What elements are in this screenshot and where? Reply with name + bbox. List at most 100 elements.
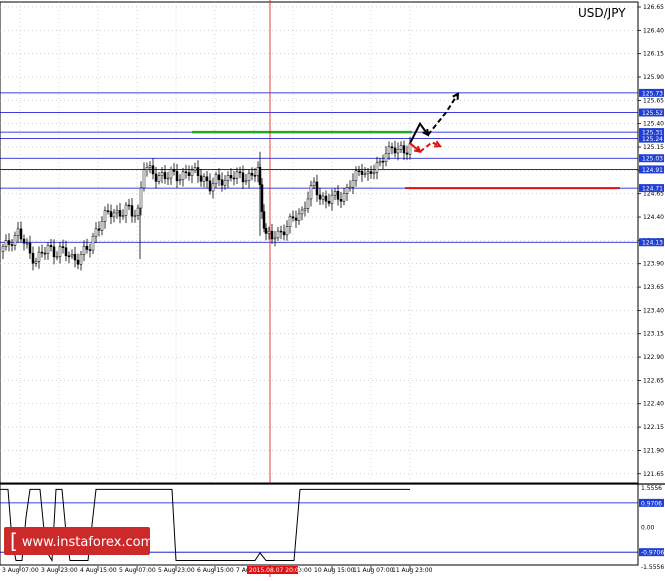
- xtick-label: 3 Aug 23:00: [41, 567, 78, 574]
- candle-body: [79, 254, 83, 265]
- candle-body: [372, 172, 376, 174]
- candle-body: [253, 175, 257, 177]
- candle-body: [260, 184, 264, 212]
- candle-body: [262, 211, 266, 229]
- candle-body: [55, 256, 59, 258]
- candle-body: [232, 177, 236, 180]
- candle-body: [100, 221, 104, 231]
- ytick-label: 123.90: [643, 261, 664, 268]
- candle-body: [256, 167, 260, 176]
- candle-body: [315, 181, 319, 196]
- candle-body: [7, 240, 11, 245]
- candle-body: [279, 230, 283, 233]
- candle-body: [229, 175, 233, 179]
- candle-body: [321, 195, 325, 200]
- candle-body: [294, 217, 298, 221]
- candle-body: [309, 185, 313, 200]
- candle-body: [396, 149, 400, 154]
- candle-body: [10, 244, 14, 246]
- xtick-label: 6 Aug 15:00: [197, 567, 234, 574]
- candle-body: [43, 252, 47, 255]
- candle-body: [378, 160, 382, 164]
- candle-body: [339, 199, 343, 202]
- chart-canvas: 3 Aug 07:00 3 Aug 23:00 4 Aug 15:00 5 Aug 0…: [0, 0, 665, 577]
- candle-body: [169, 169, 173, 179]
- ytick-label: 125.90: [643, 74, 664, 81]
- candle-body: [405, 152, 409, 155]
- candle-body: [109, 211, 113, 218]
- osc-ytick-label: -1.5556: [641, 564, 664, 571]
- candle-body: [235, 171, 239, 179]
- candle-body: [76, 259, 80, 265]
- usdjpy-chart: 3 Aug 07:00 3 Aug 23:00 4 Aug 15:00 5 Aug 0…: [0, 0, 665, 577]
- candle-body: [160, 172, 164, 176]
- candle-body: [151, 165, 155, 175]
- level-label: 124.91: [642, 167, 663, 174]
- ytick-label: 122.40: [643, 401, 664, 408]
- candle-body: [121, 215, 125, 217]
- candle-body: [345, 187, 349, 194]
- level-label: 124.71: [642, 186, 663, 193]
- candle-body: [82, 245, 86, 255]
- candle-body: [375, 162, 379, 173]
- crosshair-time-label: 2015.08.07 20:00: [249, 567, 303, 574]
- xtick-label: 10 Aug 15:00: [314, 567, 355, 574]
- candle-body: [276, 230, 280, 239]
- ytick-label: 126.15: [643, 51, 664, 58]
- candle-body: [196, 167, 200, 176]
- candle-body: [211, 183, 215, 192]
- candle-body: [264, 228, 268, 234]
- candle-body: [342, 193, 346, 202]
- candle-body: [145, 167, 149, 170]
- candle-body: [226, 175, 230, 181]
- candle-body: [70, 254, 74, 257]
- candle-body: [175, 171, 179, 182]
- candle-body: [172, 169, 176, 172]
- candle-body: [178, 179, 182, 182]
- candle-body: [381, 160, 385, 163]
- chart-title: USD/JPY: [578, 6, 626, 20]
- candle-body: [31, 252, 35, 264]
- candle-body: [142, 169, 146, 189]
- candle-body: [351, 180, 355, 188]
- candle-body: [103, 210, 107, 222]
- candle-body: [19, 228, 23, 240]
- candle-body: [154, 173, 158, 182]
- ytick-label: 123.65: [643, 284, 664, 291]
- candle-body: [37, 251, 41, 262]
- level-label: 125.03: [642, 156, 663, 163]
- candle-body: [124, 204, 128, 216]
- ytick-label: 125.65: [643, 97, 664, 104]
- candle-body: [64, 247, 68, 257]
- candle-body: [52, 246, 56, 258]
- candle-body: [166, 177, 170, 180]
- ytick-label: 126.65: [643, 4, 664, 11]
- candle-body: [288, 216, 292, 227]
- candle-body: [270, 230, 274, 240]
- candle-body: [247, 172, 251, 181]
- candle-body: [193, 167, 197, 171]
- candle-body: [148, 165, 152, 168]
- candle-body: [250, 172, 254, 176]
- candle-body: [22, 238, 26, 244]
- candle-body: [130, 205, 134, 217]
- candle-body: [115, 210, 119, 214]
- candle-body: [61, 246, 65, 248]
- candle-body: [190, 169, 194, 176]
- candle-body: [118, 210, 122, 217]
- candle-body: [291, 216, 295, 219]
- candle-body: [297, 213, 301, 221]
- candle-body: [199, 175, 203, 182]
- candle-body: [312, 181, 316, 186]
- watermark-text: www.instaforex.com: [21, 535, 154, 550]
- candle-body: [157, 175, 161, 182]
- candle-body: [4, 240, 8, 247]
- candle-body: [40, 251, 44, 254]
- candle-body: [181, 171, 185, 180]
- xtick-label: 4 Aug 15:00: [80, 567, 117, 574]
- instaforex-watermark[interactable]: [www.instaforex.com: [4, 527, 154, 555]
- candle-body: [282, 231, 286, 236]
- candle-body: [85, 245, 89, 250]
- xtick-label: 5 Aug 23:00: [158, 567, 195, 574]
- candle-body: [267, 230, 271, 234]
